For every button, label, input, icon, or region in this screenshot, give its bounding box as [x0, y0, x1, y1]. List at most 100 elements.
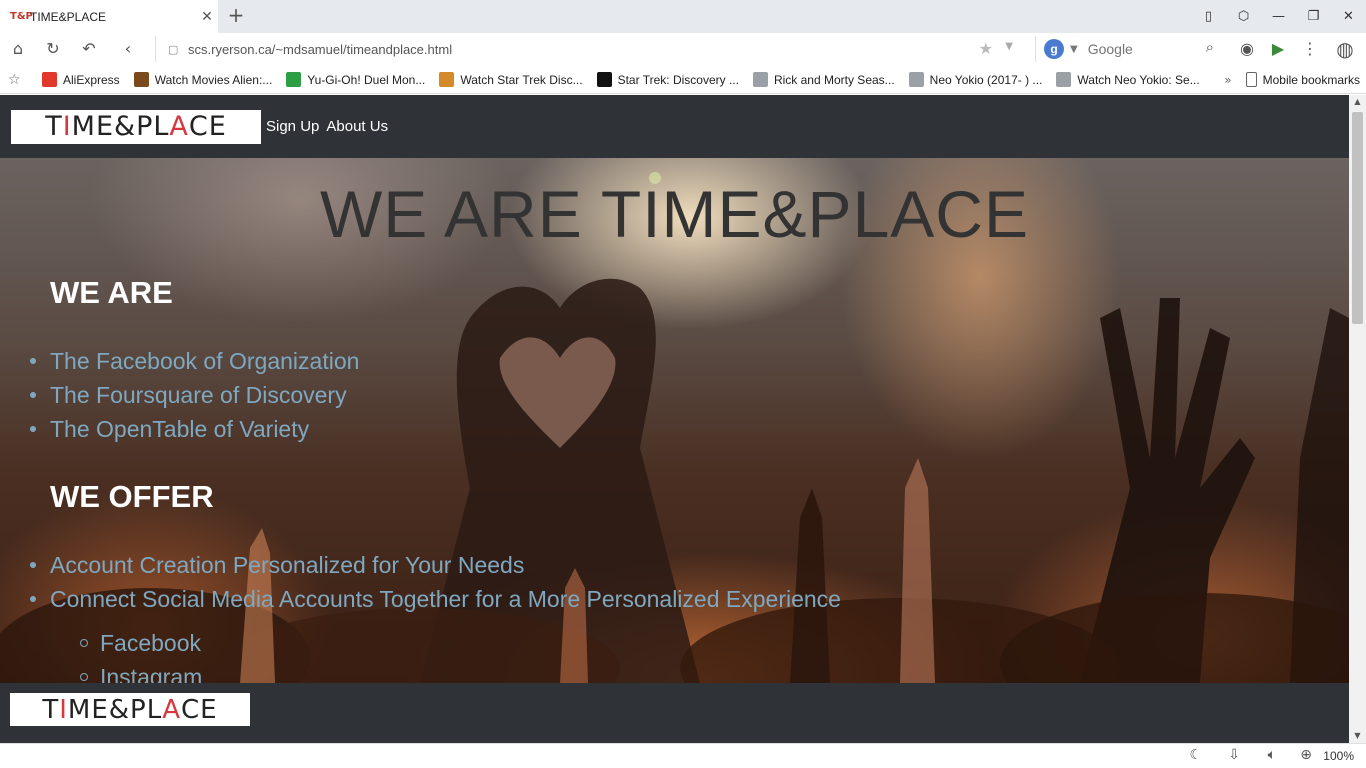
undo-icon[interactable]: ↶ — [78, 38, 100, 60]
tab-title: TIME&PLACE — [30, 9, 107, 24]
scrollbar-thumb[interactable] — [1352, 112, 1363, 324]
site-logo[interactable]: T I ME&PL A CE — [11, 109, 261, 144]
mobile-bookmarks-label: Mobile bookmarks — [1262, 72, 1360, 87]
we-offer-heading: WE OFFER — [50, 479, 214, 514]
avatar-icon[interactable]: ◍ — [1334, 38, 1356, 60]
plus-icon[interactable]: + — [226, 4, 246, 28]
minimize-icon[interactable]: — — [1261, 0, 1296, 33]
bookmark-item[interactable]: Watch Movies Alien:... — [133, 72, 273, 87]
bookmark-item[interactable]: Neo Yokio (2017- ) ... — [908, 72, 1043, 87]
bookmark-item[interactable]: Rick and Morty Seas... — [752, 72, 895, 87]
bookmark-favicon-icon — [133, 72, 149, 87]
bookmark-label: Yu-Gi-Oh! Duel Mon... — [307, 72, 426, 87]
nav-signup-link[interactable]: Sign Up — [266, 118, 319, 135]
bookmark-favicon-icon — [596, 72, 612, 87]
hero-content: WE ARE TIME&PLACE WE ARE The Facebook of… — [0, 158, 1349, 683]
search-icon[interactable]: ⌕ — [1206, 38, 1214, 56]
we-offer-list: Account Creation Personalized for Your N… — [30, 548, 841, 616]
bookmark-label: Watch Star Trek Disc... — [460, 72, 583, 87]
map-pin-icon: A — [169, 111, 189, 142]
search-input[interactable] — [1087, 41, 1188, 57]
site-navbar: T I ME&PL A CE Sign Up About Us — [0, 95, 1349, 158]
map-pin-icon: A — [162, 694, 182, 725]
list-item: Connect Social Media Accounts Together f… — [30, 582, 841, 616]
zoom-level[interactable]: 100% — [1323, 749, 1354, 763]
tab-list-icon[interactable]: ▯ — [1191, 0, 1226, 33]
tab-favicon-icon: T&P — [10, 11, 33, 22]
close-icon[interactable]: ✕ — [196, 9, 218, 25]
page-info-icon[interactable]: ▢ — [168, 43, 188, 56]
bookmark-item[interactable]: Watch Neo Yokio: Se... — [1056, 72, 1200, 87]
bookmark-favicon-icon — [42, 72, 57, 87]
scroll-up-icon[interactable]: ▲ — [1349, 95, 1366, 109]
play-icon[interactable]: ▶ — [1267, 38, 1289, 60]
bookmark-favicon-icon — [908, 72, 924, 87]
address-bar[interactable]: ▢ scs.ryerson.ca/~mdsamuel/timeandplace.… — [155, 36, 1025, 62]
footer-logo[interactable]: T I ME&PL A CE — [10, 693, 250, 726]
list-item: Account Creation Personalized for Your N… — [30, 548, 841, 582]
bookmarks-more-button[interactable]: » — [1224, 73, 1231, 87]
search-engine-icon[interactable]: g — [1044, 39, 1064, 59]
bookmark-label: Star Trek: Discovery ... — [617, 72, 739, 87]
we-are-heading: WE ARE — [50, 275, 173, 310]
night-mode-icon[interactable]: ☾ — [1189, 747, 1202, 763]
search-box[interactable]: g ▼ ⌕ — [1035, 36, 1220, 62]
hourglass-icon: I — [62, 111, 72, 142]
download-icon[interactable]: ⇩ — [1228, 747, 1240, 763]
logo-text: ME&PL — [67, 694, 163, 725]
mobile-bookmarks[interactable]: Mobile bookmarks — [1245, 72, 1360, 87]
close-window-icon[interactable]: ✕ — [1331, 0, 1366, 33]
bookmarks-bar: ☆ AliExpress Watch Movies Alien:... Yu-G… — [0, 66, 1366, 94]
scroll-down-icon[interactable]: ▼ — [1349, 729, 1366, 743]
logo-text: T — [42, 694, 60, 725]
list-item: The Facebook of Organization — [29, 344, 359, 378]
bookmark-star-icon[interactable]: ★ — [979, 39, 993, 58]
bookmark-item[interactable]: Star Trek: Discovery ... — [596, 72, 739, 87]
hourglass-icon: I — [59, 694, 68, 725]
bookmark-star-icon[interactable]: ☆ — [8, 72, 42, 88]
bookmark-label: AliExpress — [63, 72, 120, 87]
bookmark-label: Watch Movies Alien:... — [154, 72, 273, 87]
status-bar: ☾ ⇩ 🔈︎ ⊕ 100% — [0, 743, 1366, 768]
address-text[interactable]: scs.ryerson.ca/~mdsamuel/timeandplace.ht… — [188, 42, 452, 57]
bookmark-favicon-icon — [286, 72, 302, 87]
window-controls: ▯ ⬡ — ❐ ✕ — [1191, 0, 1366, 33]
chevron-down-icon[interactable]: ▼ — [1070, 44, 1078, 55]
bookmark-label: Watch Neo Yokio: Se... — [1077, 72, 1200, 87]
browser-toolbar: ⌂ ↻ ↶ ‹ ▢ scs.ryerson.ca/~mdsamuel/timea… — [0, 33, 1366, 66]
bookmark-item[interactable]: Watch Star Trek Disc... — [439, 72, 583, 87]
bookmark-item[interactable]: Yu-Gi-Oh! Duel Mon... — [286, 72, 425, 87]
social-accounts-list: Facebook Instagram — [79, 626, 202, 683]
volume-icon[interactable]: 🔈︎ — [1268, 747, 1276, 763]
nav-about-link[interactable]: About Us — [326, 118, 388, 135]
browser-tab[interactable]: T&P TIME&PLACE ✕ — [0, 0, 218, 33]
hero-title: WE ARE TIME&PLACE — [320, 177, 1029, 251]
reload-icon[interactable]: ↻ — [42, 38, 64, 60]
page-scrollbar[interactable]: ▲ ▼ — [1349, 95, 1366, 743]
bookmark-label: Neo Yokio (2017- ) ... — [929, 72, 1043, 87]
bookmark-favicon-icon — [1056, 72, 1072, 87]
list-item: Facebook — [79, 626, 202, 660]
page-viewport: T I ME&PL A CE Sign Up About Us WE ARE TIME — [0, 95, 1349, 743]
we-are-list: The Facebook of Organization The Foursqu… — [29, 344, 359, 446]
bookmark-favicon-icon — [439, 72, 455, 87]
chevron-down-icon[interactable]: ▼ — [1005, 41, 1013, 52]
logo-text: T — [45, 111, 63, 142]
back-icon[interactable]: ‹ — [117, 38, 139, 60]
bookmark-label: Rick and Morty Seas... — [773, 72, 895, 87]
restore-icon[interactable]: ❐ — [1296, 0, 1331, 33]
menu-icon[interactable]: ⋮ — [1299, 38, 1321, 60]
hero-section: WE ARE TIME&PLACE WE ARE The Facebook of… — [0, 158, 1349, 683]
site-footer: T I ME&PL A CE — [0, 683, 1349, 743]
list-item: The OpenTable of Variety — [29, 412, 359, 446]
list-item: The Foursquare of Discovery — [29, 378, 359, 412]
mobile-icon — [1245, 72, 1257, 87]
zoom-in-icon[interactable]: ⊕ — [1300, 747, 1312, 763]
bookmark-item[interactable]: AliExpress — [42, 72, 120, 87]
media-icon[interactable]: ◉ — [1236, 38, 1258, 60]
logo-text: CE — [188, 111, 227, 142]
logo-text: ME&PL — [71, 111, 170, 142]
home-icon[interactable]: ⌂ — [7, 38, 29, 60]
tab-bar: T&P TIME&PLACE ✕ + ▯ ⬡ — ❐ ✕ — [0, 0, 1366, 33]
extensions-icon[interactable]: ⬡ — [1226, 0, 1261, 33]
